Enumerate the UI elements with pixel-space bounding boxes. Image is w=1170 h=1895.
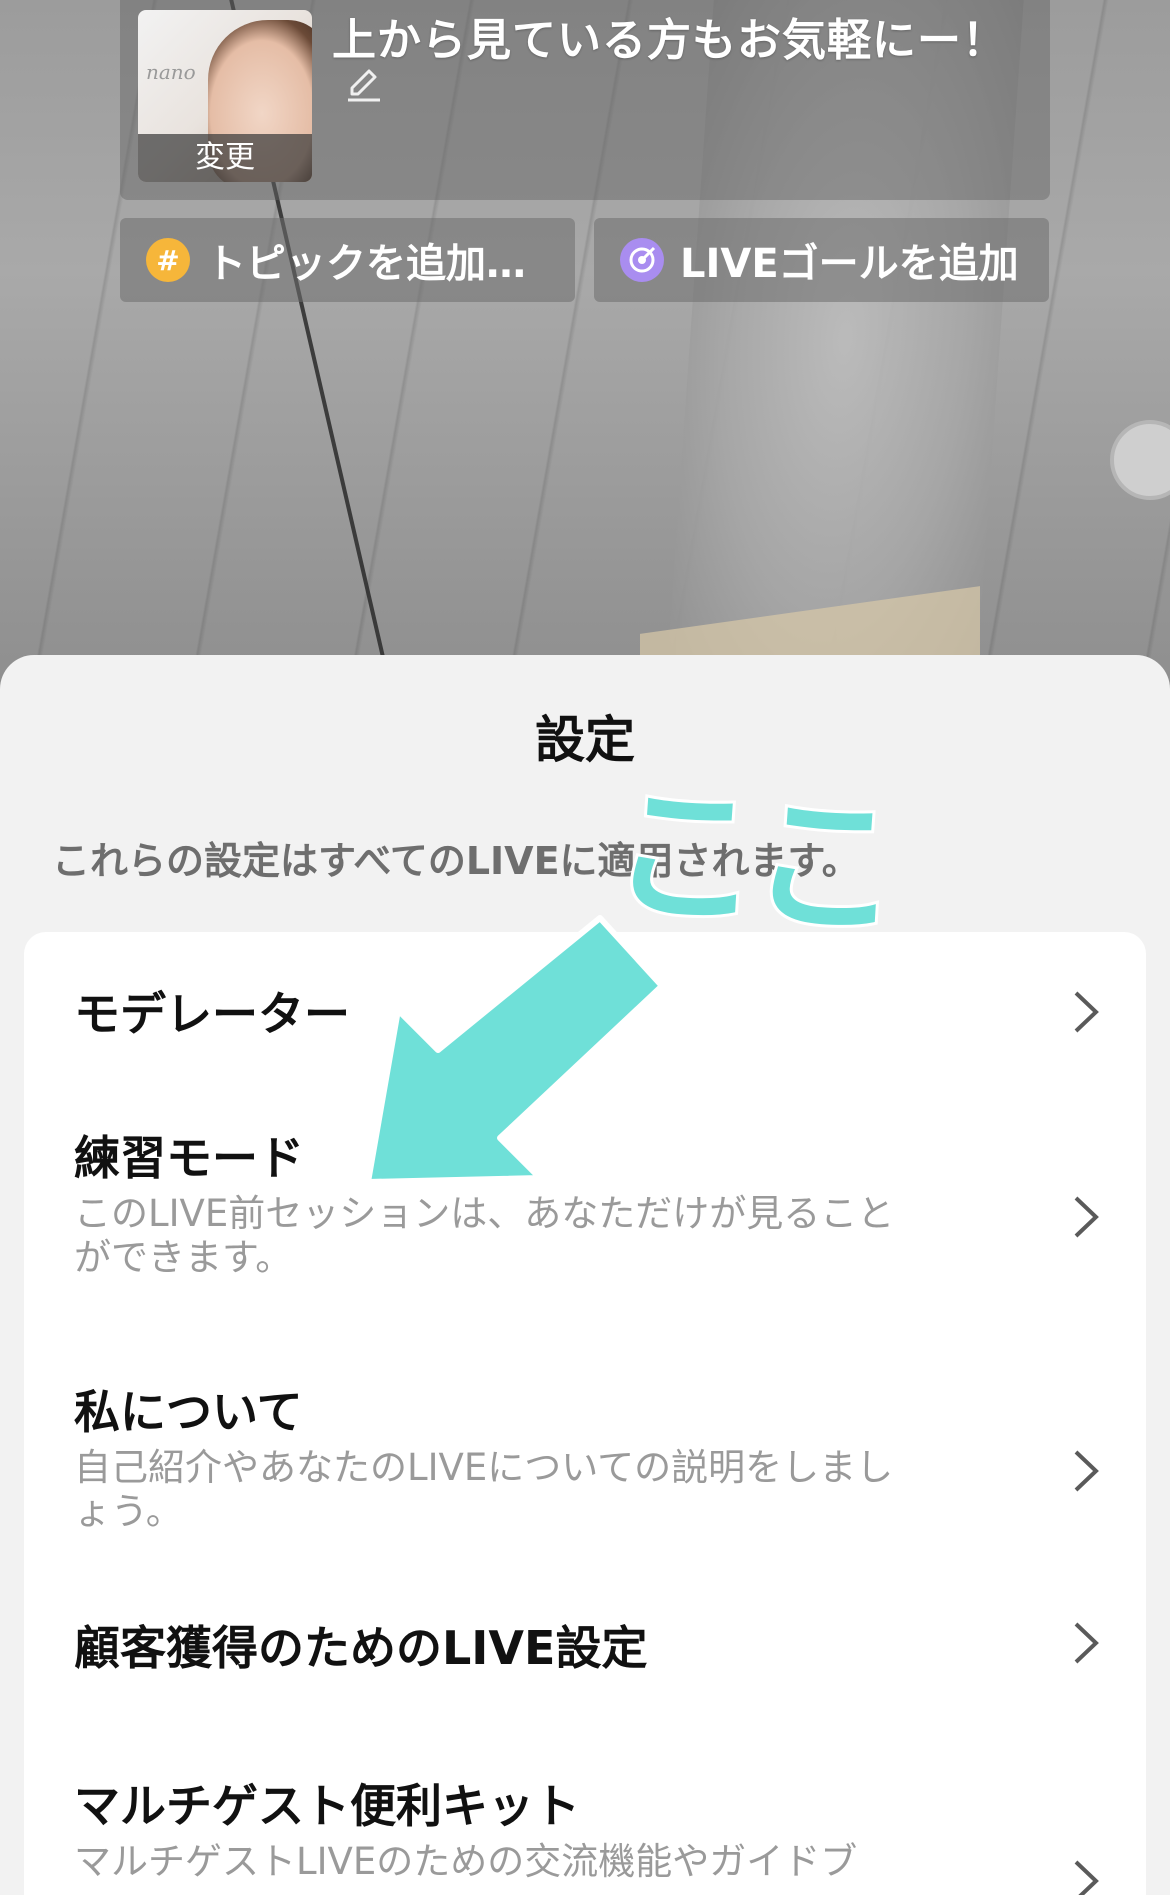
chevron-right-icon	[1074, 991, 1099, 1033]
chevron-right-icon	[1074, 1450, 1099, 1492]
settings-item-title: モデレーター	[74, 987, 350, 1041]
add-topic-button[interactable]: # トピックを追加…	[120, 218, 575, 302]
chevron-right-icon	[1074, 1860, 1099, 1895]
settings-item-title: 練習モード	[74, 1131, 304, 1185]
annotation-text: ここ	[602, 762, 899, 961]
hashtag-icon: #	[146, 238, 190, 282]
chevron-right-icon	[1074, 1196, 1099, 1238]
settings-item-multi-guest-kit[interactable]: マルチゲスト便利キット マルチゲストLIVEのための交流機能やガイドブ	[24, 1732, 1146, 1895]
add-live-goal-button[interactable]: LIVEゴールを追加	[594, 218, 1049, 302]
cover-signature: nano	[146, 60, 196, 84]
sheet-title: 設定	[535, 711, 635, 769]
settings-item-title: 私について	[74, 1385, 303, 1439]
change-cover-button[interactable]: 変更	[138, 134, 312, 182]
settings-item-title: 顧客獲得のためのLIVE設定	[74, 1621, 648, 1675]
live-title[interactable]: 上から見ている方もお気軽にー！	[332, 4, 1007, 68]
settings-item-lead-gen[interactable]: 顧客獲得のためのLIVE設定	[24, 1572, 1146, 1732]
settings-item-title: マルチゲスト便利キット	[74, 1779, 580, 1833]
add-topic-label: トピックを追加…	[206, 241, 526, 287]
chevron-right-icon	[1074, 1622, 1099, 1664]
add-live-goal-label: LIVEゴールを追加	[680, 241, 1019, 287]
target-icon	[620, 238, 664, 282]
pencil-icon[interactable]	[344, 64, 384, 104]
cover-thumbnail[interactable]: nano 変更	[138, 10, 312, 182]
settings-item-about-me[interactable]: 私について 自己紹介やあなたのLIVEについての説明をしましょう。	[24, 1332, 1146, 1572]
settings-item-subtitle: マルチゲストLIVEのための交流機能やガイドブ	[74, 1840, 858, 1883]
settings-item-subtitle: 自己紹介やあなたのLIVEについての説明をしましょう。	[74, 1446, 894, 1533]
preview-pipe	[1110, 420, 1170, 500]
settings-item-subtitle: このLIVE前セッションは、あなただけが見ることができます。	[74, 1192, 895, 1279]
